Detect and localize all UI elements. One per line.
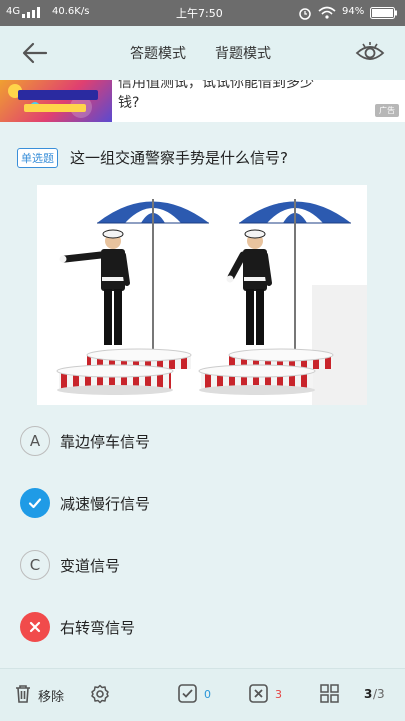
option-b-text: 减速慢行信号: [60, 495, 151, 513]
signal-icon: [22, 7, 40, 18]
eye-icon[interactable]: [355, 40, 385, 66]
top-nav: 答题模式 背题模式: [0, 26, 405, 80]
network-speed: 40.6K/s: [52, 6, 90, 17]
ad-text-line1: 信用值测试，试试你能借到多少: [118, 80, 314, 91]
status-bar: 4G 40.6K/s 上午7:50 94%: [0, 0, 405, 26]
traffic-police-gesture-image: [37, 185, 367, 405]
back-arrow-icon[interactable]: [20, 40, 50, 66]
option-c-text: 变道信号: [60, 557, 121, 575]
grid-icon[interactable]: [320, 684, 339, 703]
tab-answer-mode[interactable]: 答题模式: [130, 43, 186, 63]
option-a-letter: A: [20, 426, 50, 456]
option-d-text: 右转弯信号: [60, 619, 136, 637]
alarm-icon: [299, 8, 311, 20]
ad-text-line2: 钱?: [118, 95, 140, 111]
question-type-badge: 单选题: [17, 148, 58, 168]
check-icon: [20, 488, 50, 518]
trash-icon: [16, 685, 30, 703]
option-a[interactable]: A 靠边停车信号: [20, 426, 380, 460]
correct-count-icon[interactable]: [178, 684, 197, 703]
battery-percent: 94%: [342, 6, 365, 17]
option-a-text: 靠边停车信号: [60, 433, 151, 451]
wifi-icon: [318, 6, 336, 19]
settings-gear-icon[interactable]: [90, 684, 110, 704]
ad-badge: 广告: [375, 104, 399, 117]
clock: 上午7:50: [176, 7, 223, 20]
ad-image: [0, 80, 112, 122]
question-text: 这一组交通警察手势是什么信号?: [70, 149, 288, 167]
option-b[interactable]: 减速慢行信号: [20, 488, 380, 522]
correct-count: 0: [204, 688, 211, 701]
option-d[interactable]: 右转弯信号: [20, 612, 380, 646]
tab-memorize-mode[interactable]: 背题模式: [215, 43, 271, 63]
close-icon: [20, 612, 50, 642]
remove-label: 移除: [38, 690, 65, 705]
battery-icon: [370, 7, 397, 19]
network-type: 4G: [6, 6, 21, 17]
wrong-count: 3: [275, 688, 282, 701]
wrong-count-icon[interactable]: [249, 684, 268, 703]
left-police-figure: [56, 199, 209, 395]
option-c-letter: C: [20, 550, 50, 580]
option-c[interactable]: C 变道信号: [20, 550, 380, 584]
current-question-number: 3: [364, 687, 373, 701]
bottom-toolbar: 移除 0 3 3 /3: [0, 668, 405, 721]
remove-button[interactable]: 移除: [14, 683, 74, 705]
total-questions: /3: [373, 687, 385, 701]
ad-banner[interactable]: 信用值测试，试试你能借到多少 钱? 广告: [0, 80, 405, 122]
